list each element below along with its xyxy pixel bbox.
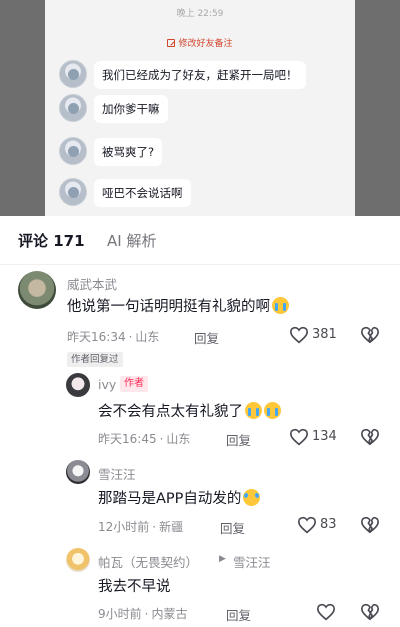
video-chat-screenshot[interactable]: 晚上 22:59 修改好友备注 我们已经成为了好友，赶紧开一局吧！ 加你爹干嘛 …	[0, 0, 400, 216]
comment-time: 昨天16:34	[67, 330, 126, 344]
reply-button[interactable]: 回复	[226, 430, 251, 449]
chat-message-bubble: 哑巴不会说话啊	[94, 179, 191, 207]
comment-text[interactable]: 那踏马是APP自动发的	[98, 487, 261, 508]
chat-avatar	[59, 178, 87, 206]
comment-text[interactable]: 他说第一句话明明挺有礼貌的啊	[67, 295, 289, 316]
comment-time: 昨天16:45	[98, 432, 157, 446]
author-replied-badge: 作者回复过	[67, 352, 123, 367]
like-count: 381	[312, 327, 337, 342]
chat-avatar	[59, 94, 87, 122]
comment-location: 山东	[166, 432, 191, 446]
like-count: 83	[320, 517, 337, 532]
broken-heart-icon[interactable]	[360, 603, 380, 621]
comment-location: 山东	[135, 330, 160, 344]
comment-text[interactable]: 会不会有点太有礼貌了	[98, 400, 281, 421]
divider	[0, 264, 400, 265]
comment-time: 9小时前	[98, 607, 142, 621]
reply-to-username[interactable]: 雪汪汪	[233, 552, 271, 571]
comment-username[interactable]: 威武本武	[67, 274, 117, 293]
chat-message-bubble: 被骂爽了?	[94, 138, 163, 166]
chat-timestamp: 晚上 22:59	[176, 9, 224, 19]
heart-icon[interactable]	[289, 326, 309, 344]
author-badge: 作者	[120, 376, 148, 392]
loudly-crying-face-icon	[272, 297, 289, 314]
comment-username[interactable]: ivy	[98, 377, 116, 392]
comment-time: 12小时前	[98, 520, 150, 534]
comment-username[interactable]: 帕瓦（无畏契约）	[98, 552, 198, 571]
comment-meta: 12小时前 · 新疆	[98, 520, 184, 534]
reply-button[interactable]: 回复	[220, 518, 245, 537]
avatar[interactable]	[18, 271, 56, 309]
tab-comments[interactable]: 评论 171	[18, 230, 85, 251]
comment-tabs: 评论 171 AI 解析	[0, 216, 400, 264]
chat-avatar	[59, 137, 87, 165]
heart-icon[interactable]	[297, 516, 317, 534]
reply-button[interactable]: 回复	[194, 328, 219, 347]
edit-icon	[167, 39, 176, 47]
loudly-crying-face-icon	[245, 402, 262, 419]
avatar[interactable]	[66, 373, 90, 397]
chat-message-bubble: 加你爹干嘛	[94, 95, 168, 123]
comment-meta: 昨天16:45 · 山东	[98, 432, 191, 446]
broken-heart-icon[interactable]	[360, 326, 380, 344]
app-root: 晚上 22:59 修改好友备注 我们已经成为了好友，赶紧开一局吧！ 加你爹干嘛 …	[0, 0, 400, 627]
chat-message-bubble: 我们已经成为了好友，赶紧开一局吧！	[94, 61, 306, 89]
avatar[interactable]	[66, 548, 90, 572]
comment-text-body: 他说第一句话明明挺有礼貌的啊	[67, 299, 270, 315]
comment-meta: 昨天16:34 · 山东	[67, 330, 160, 344]
chat-screen: 晚上 22:59 修改好友备注 我们已经成为了好友，赶紧开一局吧！ 加你爹干嘛 …	[45, 0, 355, 216]
broken-heart-icon[interactable]	[360, 428, 380, 446]
edit-friend-note-label: 修改好友备注	[178, 39, 233, 49]
comment-text-body: 那踏马是APP自动发的	[98, 491, 242, 507]
reply-button[interactable]: 回复	[226, 605, 251, 624]
avatar[interactable]	[66, 460, 90, 484]
reply-arrow-icon: ▶	[219, 554, 226, 564]
heart-icon[interactable]	[316, 603, 336, 621]
loudly-crying-face-icon	[264, 402, 281, 419]
edit-friend-note-link: 修改好友备注	[45, 36, 355, 49]
comment-location: 新疆	[159, 520, 184, 534]
like-count: 134	[312, 429, 337, 444]
comment-location: 内蒙古	[151, 607, 188, 621]
heart-icon[interactable]	[289, 428, 309, 446]
comment-text[interactable]: 我去不早说	[98, 575, 171, 596]
rolling-laughing-face-icon	[243, 489, 261, 506]
comment-username[interactable]: 雪汪汪	[98, 464, 136, 483]
broken-heart-icon[interactable]	[360, 516, 380, 534]
comment-meta: 9小时前 · 内蒙古	[98, 607, 188, 621]
tab-ai-analysis[interactable]: AI 解析	[107, 230, 156, 251]
comment-text-body: 会不会有点太有礼貌了	[98, 404, 243, 420]
chat-avatar	[59, 60, 87, 88]
